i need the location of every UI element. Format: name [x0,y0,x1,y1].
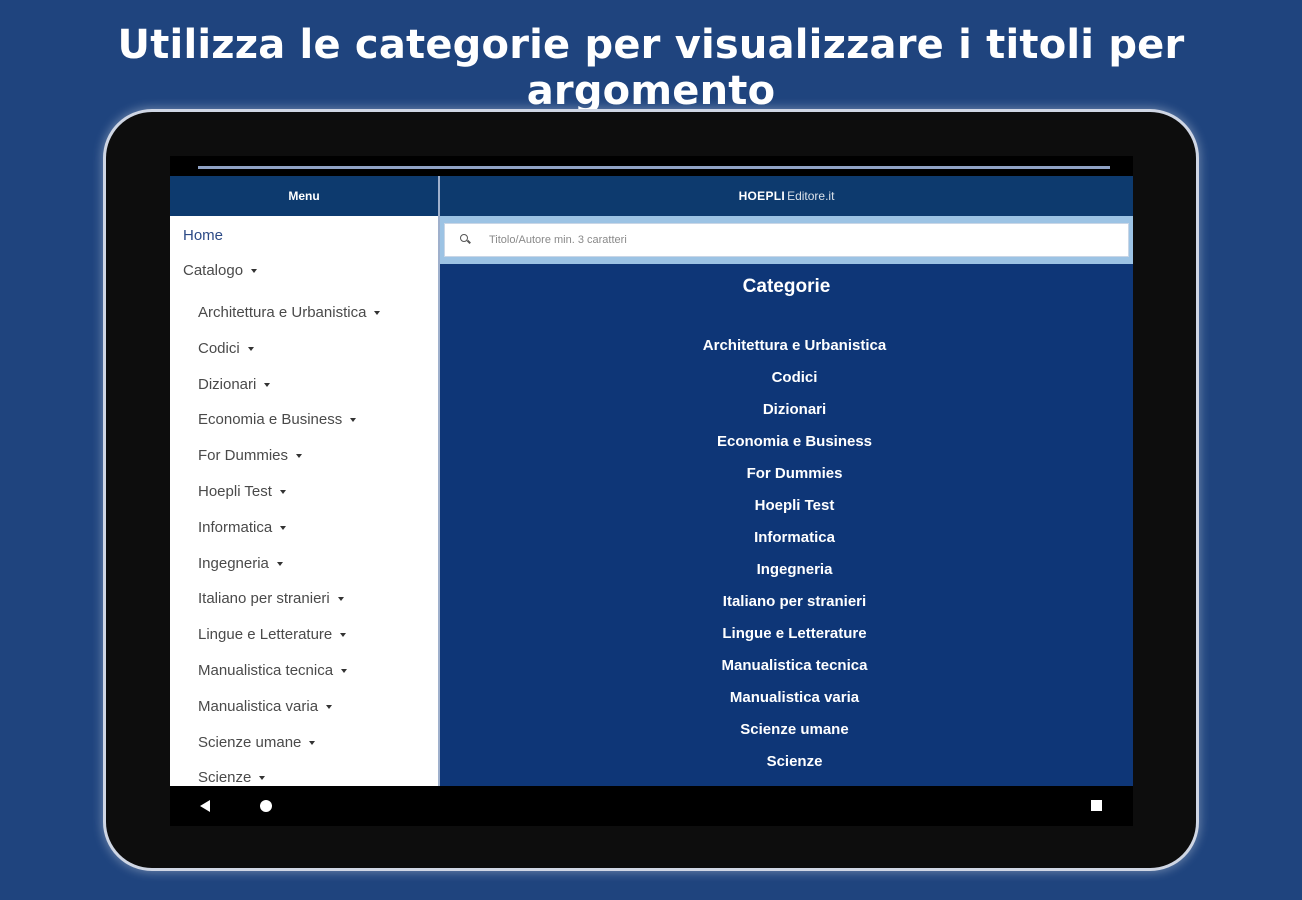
sidebar-item-category[interactable]: Manualistica tecnica [198,662,348,679]
sidebar-item-catalogo[interactable]: Catalogo [183,262,258,279]
home-circle-icon[interactable] [260,800,272,812]
device-screen: Menu Home Catalogo Architettura e Urbani… [170,156,1133,826]
sidebar-item-label: Codici [198,339,240,357]
category-link[interactable]: Lingue e Letterature [440,618,1133,650]
chevron-down-icon [251,269,258,274]
sidebar-item-category[interactable]: Architettura e Urbanistica [198,304,381,321]
category-link[interactable]: Scienze [440,746,1133,778]
sidebar-item-label: Lingue e Letterature [198,626,333,644]
sidebar-item-category[interactable]: Dizionari [198,375,271,393]
sidebar-item-label: Ingegneria [198,554,269,572]
chevron-down-icon [326,704,333,709]
category-link[interactable]: Informatica [440,522,1133,554]
sidebar-item-label: Scienze umane [198,733,302,751]
category-link[interactable]: Manualistica varia [440,682,1133,714]
sidebar-item-label: Manualistica tecnica [198,662,334,679]
category-link[interactable]: Scienze umane [440,714,1133,746]
category-link[interactable]: Italiano per stranieri [440,586,1133,618]
sidebar-item-category[interactable]: Informatica [198,518,287,536]
category-link[interactable]: Manualistica tecnica [440,650,1133,682]
tablet-frame: Menu Home Catalogo Architettura e Urbani… [106,112,1196,868]
sidebar-item-label: Economia e Business [198,411,343,429]
recents-square-icon[interactable] [1091,800,1102,811]
chevron-down-icon [280,525,287,530]
sidebar-item-label: Hoepli Test [198,483,272,500]
search-icon[interactable] [459,233,473,247]
chevron-down-icon [374,311,381,316]
chevron-down-icon [279,490,286,495]
sidebar-item-category[interactable]: For Dummies [198,447,303,465]
brand-logo-bold: HOEPLI [738,189,786,203]
sidebar-item-category[interactable]: Ingegneria [198,555,283,572]
search-bar [440,216,1133,264]
main-panel: HOEPLI Editore.it Categorie Architettura… [440,176,1133,786]
sidebar-item-label: For Dummies [198,447,289,465]
chevron-down-icon [340,633,347,638]
chevron-down-icon [276,561,283,566]
category-link[interactable]: Architettura e Urbanistica [440,330,1133,362]
sidebar-item-label: Catalogo [183,262,244,279]
app-header: HOEPLI Editore.it [440,176,1133,216]
chevron-down-icon [337,597,344,602]
sidebar-item-category[interactable]: Codici [198,340,254,357]
sidebar-item-home[interactable]: Home [183,227,223,244]
category-link[interactable]: Ingegneria [440,554,1133,586]
category-link[interactable]: Hoepli Test [440,490,1133,522]
category-link[interactable]: For Dummies [440,458,1133,490]
sidebar-item-label: Scienze [198,769,252,786]
chevron-down-icon [350,418,357,423]
sidebar-item-category[interactable]: Scienze umane [198,733,316,751]
page-title: Categorie [742,276,831,297]
sidebar-item-category[interactable]: Economia e Business [198,411,357,429]
sidebar-item-label: Manualistica varia [198,697,319,715]
sidebar-item-label: Architettura e Urbanistica [198,304,367,321]
sidebar-item-label: Dizionari [198,375,257,393]
android-nav-bar [170,786,1133,826]
category-link[interactable]: Dizionari [440,394,1133,426]
chevron-down-icon [247,346,254,351]
sidebar-item-category[interactable]: Italiano per stranieri [198,590,344,607]
promo-headline: Utilizza le categorie per visualizzare i… [117,22,1185,114]
sidebar-menu: Menu Home Catalogo Architettura e Urbani… [170,176,438,786]
chevron-down-icon [309,740,316,745]
sidebar-item-category[interactable]: Manualistica varia [198,697,333,715]
status-bar [198,166,1110,169]
search-input[interactable] [487,233,1128,247]
chevron-down-icon [264,382,271,387]
sidebar-item-category[interactable]: Lingue e Letterature [198,626,347,644]
sidebar-item-category[interactable]: Scienze [198,769,266,786]
search-box[interactable] [444,223,1129,257]
category-link[interactable]: Codici [440,362,1133,394]
category-list: Architettura e Urbanistica Codici Dizionar… [440,330,1133,778]
category-link[interactable]: Economia e Business [440,426,1133,458]
sidebar-item-category[interactable]: Hoepli Test [198,483,286,500]
chevron-down-icon [259,776,266,781]
back-triangle-icon[interactable] [200,800,210,812]
sidebar-header: Menu [170,176,438,216]
chevron-down-icon [296,454,303,459]
brand-logo-light: Editore.it [787,189,835,203]
sidebar-item-label: Italiano per stranieri [198,590,330,608]
sidebar-item-label: Informatica [198,518,273,536]
chevron-down-icon [341,669,348,674]
